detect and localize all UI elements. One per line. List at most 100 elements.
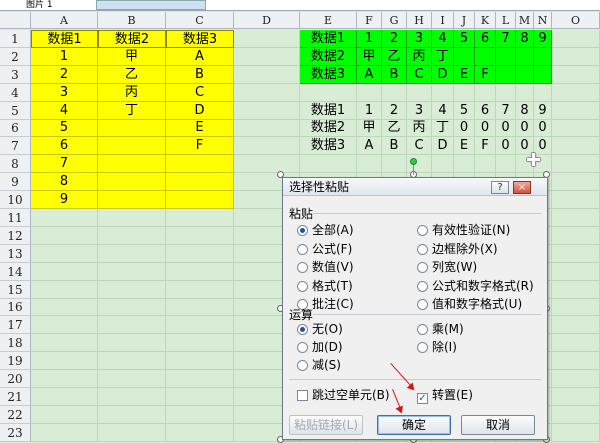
- cell[interactable]: [475, 155, 496, 173]
- paste-left-option-2[interactable]: 数值(V): [297, 261, 354, 274]
- source-cell[interactable]: [166, 173, 234, 191]
- radio-icon[interactable]: [417, 225, 428, 236]
- cell[interactable]: [31, 406, 98, 424]
- paste-right-option-3[interactable]: 公式和数字格式(R): [417, 279, 534, 293]
- row-header-5[interactable]: 5: [0, 102, 31, 120]
- operation-left-option-0[interactable]: 无(O): [297, 323, 343, 336]
- cell[interactable]: [357, 84, 382, 102]
- column-header-i[interactable]: I: [432, 12, 454, 29]
- row-header-11[interactable]: 11: [0, 209, 31, 227]
- paste-right-option-0[interactable]: 有效性验证(N): [417, 224, 510, 237]
- cell[interactable]: [31, 263, 98, 281]
- cell[interactable]: [552, 299, 600, 316]
- cell[interactable]: [31, 299, 98, 316]
- cell[interactable]: [552, 155, 600, 173]
- radio-icon[interactable]: [417, 299, 428, 310]
- transposed-green-cell[interactable]: [516, 66, 534, 84]
- cell[interactable]: [552, 388, 600, 406]
- transposed-value-cell[interactable]: 4: [432, 102, 454, 120]
- cell[interactable]: [552, 334, 600, 352]
- row-header-9[interactable]: 9: [0, 173, 31, 191]
- source-cell[interactable]: E: [166, 120, 234, 137]
- paste-left-option-1[interactable]: 公式(F): [297, 242, 352, 256]
- paste-left-option-3[interactable]: 格式(T): [297, 279, 353, 293]
- transposed-value-cell[interactable]: F: [475, 137, 496, 155]
- transposed-green-cell[interactable]: [496, 66, 516, 84]
- column-header-g[interactable]: G: [382, 12, 407, 29]
- transposed-green-cell[interactable]: D: [432, 66, 454, 84]
- cell[interactable]: [98, 370, 166, 388]
- transposed-value-cell[interactable]: C: [407, 137, 432, 155]
- cell[interactable]: [166, 245, 234, 263]
- transposed-value-cell[interactable]: 乙: [382, 120, 407, 137]
- cell[interactable]: [382, 155, 407, 173]
- row-header-1[interactable]: 1: [0, 30, 31, 48]
- cell[interactable]: [552, 30, 600, 48]
- column-header-h[interactable]: H: [407, 12, 432, 29]
- row-header-4[interactable]: 4: [0, 84, 31, 102]
- source-cell[interactable]: F: [166, 137, 234, 155]
- transposed-value-cell[interactable]: 3: [407, 102, 432, 120]
- skip-blanks-box[interactable]: [297, 390, 308, 401]
- row-header-2[interactable]: 2: [0, 48, 31, 66]
- close-button[interactable]: ×: [513, 181, 531, 194]
- source-header-cell[interactable]: 数据2: [98, 30, 166, 48]
- source-cell[interactable]: D: [166, 102, 234, 120]
- cell[interactable]: [166, 299, 234, 316]
- column-header-m[interactable]: M: [516, 12, 534, 29]
- transposed-green-cell[interactable]: [516, 48, 534, 66]
- cell[interactable]: [98, 299, 166, 316]
- row-header-14[interactable]: 14: [0, 263, 31, 281]
- column-header-a[interactable]: A: [31, 12, 98, 29]
- transposed-green-cell[interactable]: F: [475, 66, 496, 84]
- row-header-6[interactable]: 6: [0, 120, 31, 137]
- radio-icon[interactable]: [297, 324, 308, 335]
- source-cell[interactable]: A: [166, 48, 234, 66]
- cell[interactable]: [166, 281, 234, 299]
- cell[interactable]: [552, 245, 600, 263]
- radio-icon[interactable]: [297, 225, 308, 236]
- transposed-green-cell[interactable]: B: [382, 66, 407, 84]
- transposed-value-cell[interactable]: 数据3: [300, 137, 357, 155]
- row-header-19[interactable]: 19: [0, 352, 31, 370]
- cell[interactable]: [552, 424, 600, 442]
- transposed-value-cell[interactable]: D: [432, 137, 454, 155]
- transposed-green-cell[interactable]: 5: [454, 30, 475, 48]
- cell[interactable]: [98, 406, 166, 424]
- row-header-18[interactable]: 18: [0, 334, 31, 352]
- cell[interactable]: [552, 66, 600, 84]
- cell[interactable]: [300, 155, 357, 173]
- cell[interactable]: [234, 155, 300, 173]
- cell[interactable]: [454, 155, 475, 173]
- transposed-green-cell[interactable]: 数据2: [300, 48, 357, 66]
- cell[interactable]: [552, 227, 600, 245]
- transposed-value-cell[interactable]: 8: [516, 102, 534, 120]
- cell[interactable]: [31, 370, 98, 388]
- transposed-value-cell[interactable]: 2: [382, 102, 407, 120]
- operation-right-option-0[interactable]: 乘(M): [417, 323, 464, 336]
- cell[interactable]: [166, 227, 234, 245]
- cell[interactable]: [166, 424, 234, 442]
- radio-icon[interactable]: [297, 360, 308, 371]
- source-cell[interactable]: [98, 173, 166, 191]
- transposed-value-cell[interactable]: 0: [454, 120, 475, 137]
- paste-right-option-4[interactable]: 值和数字格式(U): [417, 298, 522, 311]
- select-all-corner[interactable]: [0, 12, 31, 29]
- cell[interactable]: [234, 84, 300, 102]
- cell[interactable]: [98, 281, 166, 299]
- cell[interactable]: [31, 316, 98, 334]
- transposed-value-cell[interactable]: 7: [496, 102, 516, 120]
- source-cell[interactable]: [98, 191, 166, 209]
- source-cell[interactable]: 7: [31, 155, 98, 173]
- transposed-value-cell[interactable]: 甲: [357, 120, 382, 137]
- source-cell[interactable]: 乙: [98, 66, 166, 84]
- radio-icon[interactable]: [417, 324, 428, 335]
- cell[interactable]: [552, 191, 600, 209]
- cell[interactable]: [31, 227, 98, 245]
- cell[interactable]: [552, 48, 600, 66]
- transposed-value-cell[interactable]: 0: [496, 120, 516, 137]
- transposed-green-cell[interactable]: 2: [382, 30, 407, 48]
- source-cell[interactable]: 5: [31, 120, 98, 137]
- transposed-value-cell[interactable]: 9: [534, 102, 552, 120]
- source-cell[interactable]: [166, 191, 234, 209]
